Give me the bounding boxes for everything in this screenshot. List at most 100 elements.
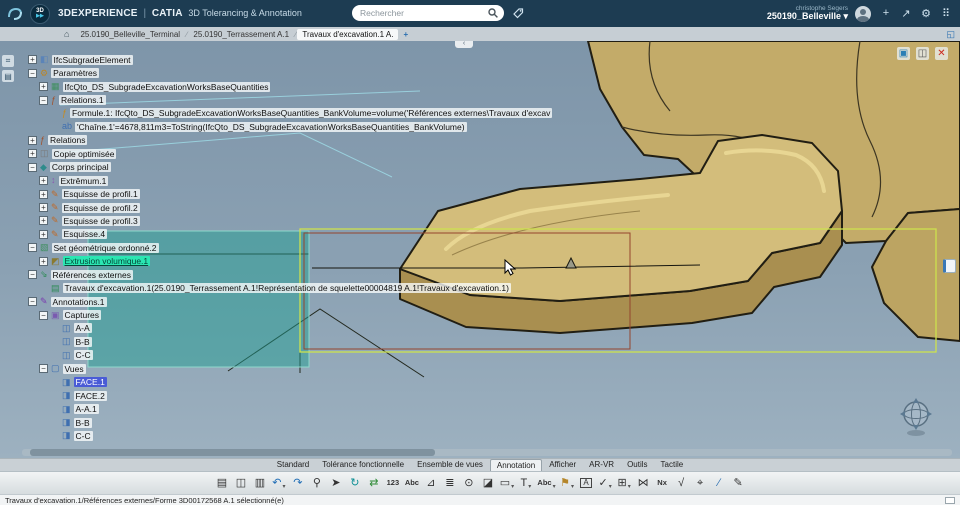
toolbar-tab-outils[interactable]: Outils: [621, 459, 653, 471]
toolbar-tab-ensemble-de-vues[interactable]: Ensemble de vues: [411, 459, 489, 471]
expand-icon[interactable]: +: [28, 135, 37, 145]
tree-item[interactable]: ◨ C-C: [28, 429, 552, 442]
panel-collapse-handle[interactable]: ‹: [455, 41, 473, 48]
3d-viewport[interactable]: ‹ ⌗ ▤ ▣ ◫ ✕ + ◧ IfcSubgradeElement − ⚙ Paramètre…: [0, 41, 960, 458]
paste-icon[interactable]: ▤: [213, 474, 230, 493]
side-panel-icon[interactable]: [943, 259, 956, 273]
tree-item[interactable]: − ◆ Corps principal: [28, 161, 552, 174]
avatar[interactable]: [855, 5, 871, 22]
tag-icon[interactable]: [512, 7, 524, 19]
tree-item[interactable]: + ◫ Copie optimisée: [28, 147, 552, 160]
collapse-icon[interactable]: −: [39, 364, 48, 374]
tree-item[interactable]: ◨ A-A.1: [28, 402, 552, 415]
update-icon[interactable]: ↻: [346, 474, 363, 493]
datum-target-icon[interactable]: ⌖: [692, 474, 709, 493]
tree-toggle-icon[interactable]: ⌗: [2, 55, 14, 67]
flag-note-icon[interactable]: ⚑ ▾: [559, 474, 576, 493]
panel-icon[interactable]: ◫: [916, 47, 929, 60]
text-tool-icon[interactable]: T ▾: [517, 474, 534, 493]
expand-icon[interactable]: +: [39, 176, 48, 186]
paste-special-icon[interactable]: ▥: [251, 474, 268, 493]
tree-item[interactable]: ◨ FACE.2: [28, 389, 552, 402]
weld-symbol-icon[interactable]: ⋈: [635, 474, 652, 493]
tree-item[interactable]: ◨ B-B: [28, 416, 552, 429]
toolbar-tab-afficher[interactable]: Afficher: [543, 459, 582, 471]
3ds-logo-icon[interactable]: [6, 5, 24, 23]
hide-show-icon[interactable]: ⊙: [460, 474, 477, 493]
capture-screen-icon[interactable]: ▣: [897, 47, 910, 60]
section-view-icon[interactable]: ◪: [479, 474, 496, 493]
tree-item[interactable]: ◫ C-C: [28, 349, 552, 362]
copy-icon[interactable]: ◫: [232, 474, 249, 493]
tree-item[interactable]: + ✎ Esquisse de profil.3: [28, 214, 552, 227]
document-tab-2[interactable]: 25.0190_Terrassement A.1: [188, 29, 294, 40]
table-icon[interactable]: ⊞ ▾: [616, 474, 633, 493]
datum-frame-icon[interactable]: A: [578, 474, 595, 493]
tree-item[interactable]: ab 'Chaîne.1'=4678,811m3=ToString(IfcQto_…: [28, 120, 552, 133]
panel-toggle-icon[interactable]: ▤: [2, 70, 14, 82]
undo-icon[interactable]: ↶ ▾: [270, 474, 287, 493]
tree-item[interactable]: + ◩ Extrusion volumique.1: [28, 255, 552, 268]
tree-item[interactable]: ◫ B-B: [28, 335, 552, 348]
settings-icon[interactable]: ⚙: [918, 7, 934, 20]
3dplay-badge[interactable]: 3D ▶▶: [30, 3, 50, 24]
view-selector-icon[interactable]: ▭ ▾: [498, 474, 515, 493]
tree-item[interactable]: + ↕ Extrêmum.1: [28, 174, 552, 187]
paint-icon[interactable]: ✎: [730, 474, 747, 493]
measure-123-icon[interactable]: 123: [384, 474, 401, 493]
roughness-icon[interactable]: √: [673, 474, 690, 493]
annotation-plane-icon[interactable]: ∕: [711, 474, 728, 493]
tree-item[interactable]: + ƒ Relations: [28, 134, 552, 147]
document-tab-3[interactable]: Travaux d'excavation.1 A.: [297, 28, 399, 40]
tree-item[interactable]: + ✎ Esquisse de profil.2: [28, 201, 552, 214]
share-icon[interactable]: ↗: [898, 7, 914, 20]
collapse-icon[interactable]: −: [28, 270, 37, 280]
collapse-icon[interactable]: −: [28, 162, 37, 172]
tree-item[interactable]: ƒ Formule.1: IfcQto_DS_SubgradeExcavation…: [28, 107, 553, 120]
search-icon[interactable]: [488, 8, 498, 18]
search-input[interactable]: [352, 5, 504, 21]
tree-item[interactable]: + ✎ Esquisse.4: [28, 228, 552, 241]
tree-item[interactable]: − ▢ Vues: [28, 362, 552, 375]
collapse-icon[interactable]: −: [39, 95, 48, 105]
add-tab-button[interactable]: +: [398, 30, 413, 39]
document-tab-1[interactable]: 25.0190_Belleville_Terminal: [75, 29, 185, 40]
zoom-icon[interactable]: ⚲: [308, 474, 325, 493]
close-icon[interactable]: ✕: [935, 47, 948, 60]
user-info[interactable]: christophe Segers 250190_Belleville ▾: [767, 5, 848, 22]
tree-item[interactable]: + ✎ Esquisse de profil.1: [28, 187, 552, 200]
layers-icon[interactable]: ≣: [441, 474, 458, 493]
tree-item[interactable]: − ⇘ Références externes: [28, 268, 552, 281]
expand-icon[interactable]: +: [39, 256, 48, 266]
tree-item[interactable]: ▤ Travaux d'excavation.1(25.0190_Terrasse…: [28, 281, 552, 294]
expand-icon[interactable]: +: [39, 229, 48, 239]
toolbar-tab-annotation[interactable]: Annotation: [489, 458, 543, 472]
text-note-icon[interactable]: Abc ▾: [536, 474, 556, 493]
expand-icon[interactable]: +: [39, 189, 48, 199]
add-icon[interactable]: +: [878, 7, 894, 20]
tree-item[interactable]: + ◧ IfcSubgradeElement: [28, 53, 552, 66]
expand-icon[interactable]: +: [28, 149, 37, 159]
home-icon[interactable]: ⌂: [64, 29, 69, 39]
expand-icon[interactable]: +: [28, 55, 37, 65]
collapse-icon[interactable]: −: [28, 68, 37, 78]
tree-item[interactable]: − ⚙ Paramètres: [28, 66, 552, 79]
apps-grid-icon[interactable]: ⠿: [938, 7, 954, 20]
measure-angle-icon[interactable]: ⊿: [422, 474, 439, 493]
toolbar-tab-ar-vr[interactable]: AR-VR: [583, 459, 620, 471]
tree-item[interactable]: ◨ FACE.1: [28, 376, 552, 389]
swap-visible-icon[interactable]: ⇄: [365, 474, 382, 493]
tree-item[interactable]: + ▦ IfcQto_DS_SubgradeExcavationWorksBaseQ…: [28, 80, 552, 93]
nx-icon[interactable]: Nx: [654, 474, 671, 493]
toolbar-tab-standard[interactable]: Standard: [271, 459, 315, 471]
tree-item[interactable]: − ✎ Annotations.1: [28, 295, 552, 308]
maximize-icon[interactable]: ◱: [946, 29, 955, 40]
tree-item[interactable]: ◫ A-A: [28, 322, 552, 335]
tree-item[interactable]: − ƒ Relations.1: [28, 93, 552, 106]
expand-icon[interactable]: +: [39, 216, 48, 226]
scrollbar-thumb[interactable]: [30, 449, 435, 456]
collapse-icon[interactable]: −: [39, 310, 48, 320]
tree-item[interactable]: − ▧ Set géométrique ordonné.2: [28, 241, 552, 254]
pointer-icon[interactable]: ➤: [327, 474, 344, 493]
toolbar-tab-tol-rance-fonctionnelle[interactable]: Tolérance fonctionnelle: [316, 459, 410, 471]
